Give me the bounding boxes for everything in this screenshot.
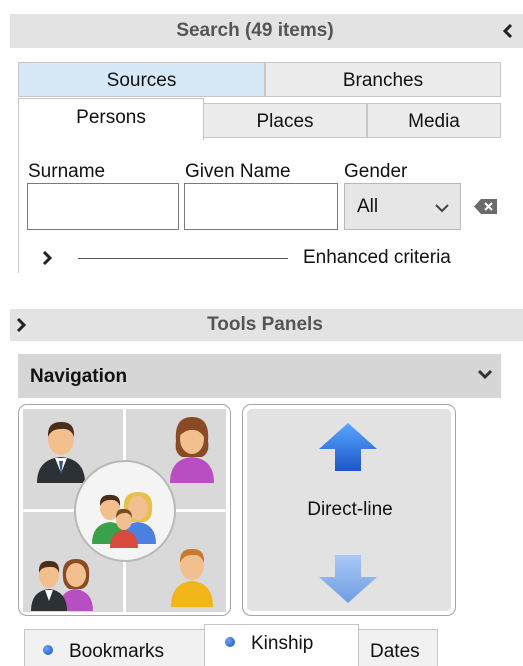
enhanced-divider <box>78 258 288 259</box>
tab-sources[interactable]: Sources <box>18 62 265 97</box>
given-name-field[interactable] <box>184 183 338 230</box>
chevron-down-icon[interactable] <box>477 369 493 381</box>
navigation-title: Navigation <box>30 366 128 387</box>
woman-icon[interactable] <box>164 413 220 483</box>
couple-icon[interactable] <box>29 545 99 611</box>
direct-line-panel: Direct-line <box>242 404 456 616</box>
arrow-up-icon[interactable] <box>317 421 379 473</box>
tab-persons[interactable]: Persons <box>18 98 204 140</box>
tab-kinship[interactable]: Kinship <box>204 624 359 666</box>
center-family-button[interactable] <box>74 460 176 562</box>
gender-label: Gender <box>344 161 408 182</box>
chevron-left-icon[interactable] <box>499 22 517 40</box>
given-name-label: Given Name <box>185 161 291 182</box>
enhanced-criteria-label[interactable]: Enhanced criteria <box>303 247 451 269</box>
gender-value: All <box>357 196 379 217</box>
surname-label: Surname <box>28 161 106 182</box>
family-navigator <box>18 404 231 616</box>
tab-branches[interactable]: Branches <box>265 62 501 97</box>
surname-field[interactable] <box>27 183 179 230</box>
arrow-down-icon[interactable] <box>317 553 379 605</box>
navigation-header[interactable]: Navigation <box>18 354 501 398</box>
search-title: Search (49 items) <box>176 20 334 41</box>
tools-panels-header[interactable]: Tools Panels <box>10 309 523 341</box>
chevron-down-icon <box>435 204 449 213</box>
bullet-icon <box>225 636 235 647</box>
gender-select[interactable]: All <box>344 183 461 230</box>
clear-icon[interactable] <box>473 198 499 215</box>
tab-bookmarks[interactable]: Bookmarks <box>24 629 206 666</box>
search-header: Search (49 items) <box>10 14 523 48</box>
tab-places[interactable]: Places <box>203 103 367 138</box>
man-icon[interactable] <box>33 415 89 483</box>
child-icon[interactable] <box>167 541 217 607</box>
chevron-right-icon[interactable] <box>40 250 54 266</box>
tools-panels-title: Tools Panels <box>207 314 323 335</box>
direct-line-label[interactable]: Direct-line <box>243 499 457 521</box>
tab-media[interactable]: Media <box>367 103 501 138</box>
tab-dates[interactable]: Dates <box>358 629 438 666</box>
family-group-icon <box>92 492 156 548</box>
bullet-icon <box>43 644 53 655</box>
